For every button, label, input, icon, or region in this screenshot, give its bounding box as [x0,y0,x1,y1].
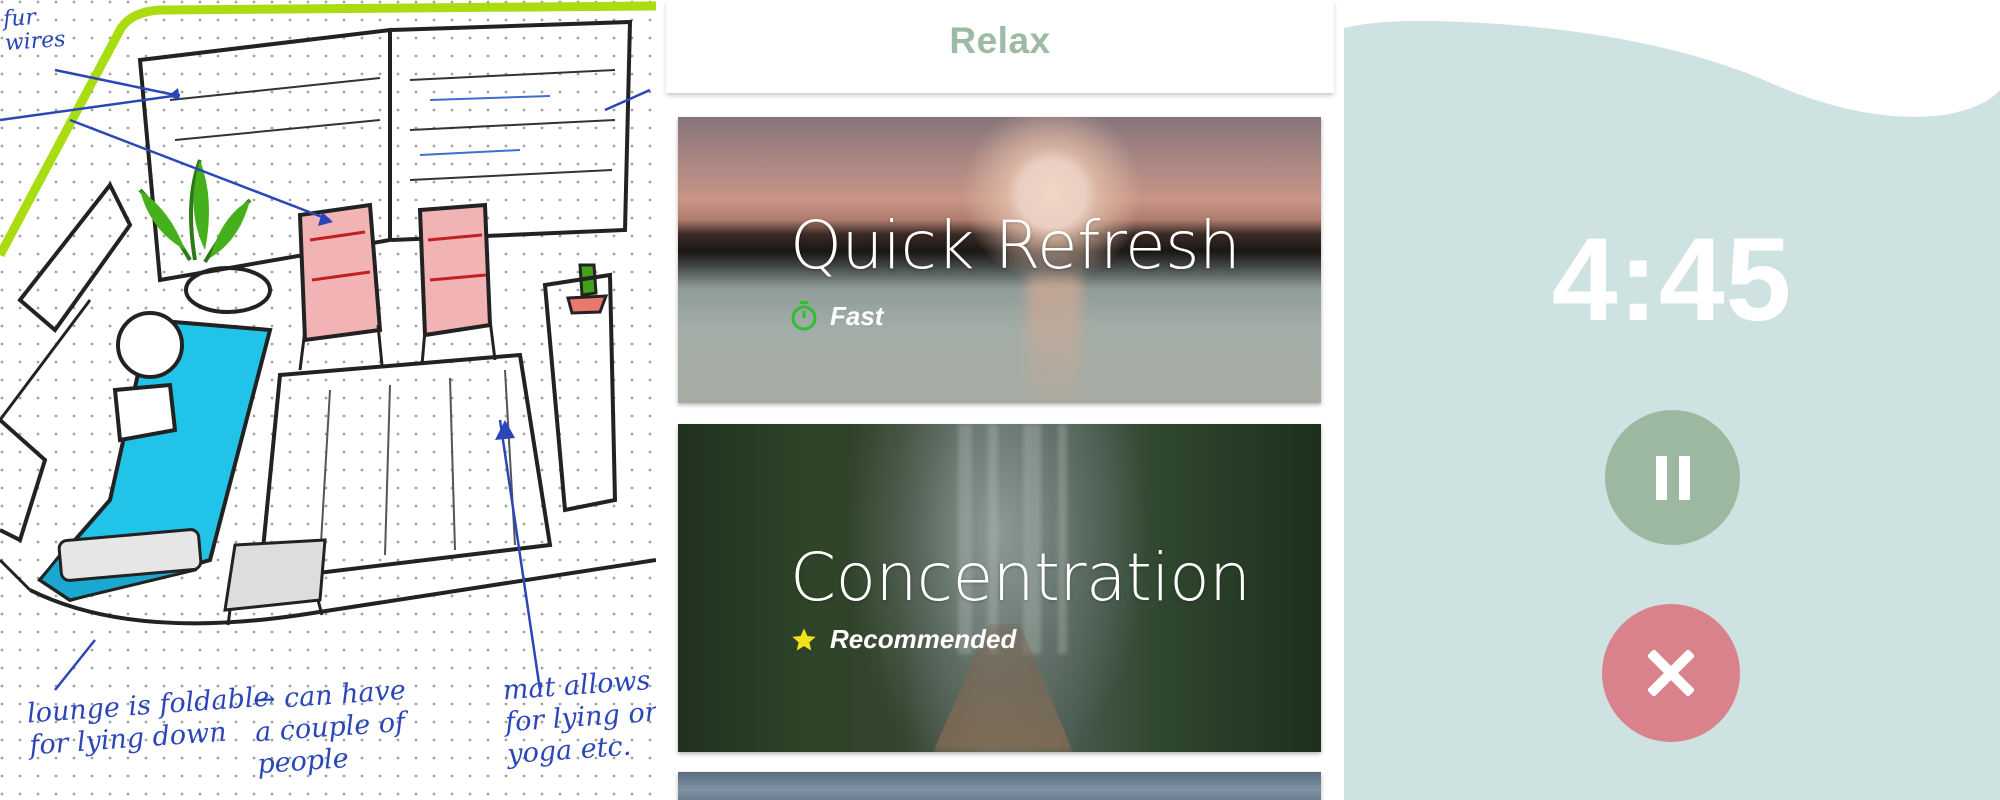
page-title: Relax [949,20,1051,61]
sketch-note-wires: fur wires [2,4,67,57]
card-title: Concentration [790,539,1251,616]
close-icon [1648,650,1694,696]
timer-display: 4:45 [1551,214,1793,346]
app-header: Relax [666,0,1334,93]
sketch-note-people: → can have a couple of people [251,674,407,781]
stopwatch-icon [791,301,817,331]
card-tag: Fast [790,300,883,332]
session-card-quick-refresh[interactable]: Quick Refresh Fast [678,117,1321,403]
card-tag-label: Fast [830,300,884,331]
card-tag: Recommended [790,624,1016,655]
session-card-concentration[interactable]: Concentration Recommended [678,424,1321,752]
card-title: Quick Refresh [790,207,1241,284]
relax-screen: Relax Quick Refresh Fast Concentration R… [662,0,1338,800]
wave-decoration [1344,0,2000,117]
cancel-button[interactable] [1602,604,1740,742]
sun-reflection [1027,277,1081,403]
sketch-note-mat: mat allows for lying or yoga etc. [501,665,656,771]
pause-icon [1655,455,1690,500]
session-card-partial[interactable] [678,772,1321,800]
timer-screen: 4:45 [1344,0,2000,800]
card-tag-label: Recommended [830,624,1017,654]
card-background-water [678,772,1321,800]
sketch-panel: fur wires lounge is foldable for lying dow… [0,0,656,800]
star-icon [792,627,816,650]
pause-button[interactable] [1605,410,1740,545]
